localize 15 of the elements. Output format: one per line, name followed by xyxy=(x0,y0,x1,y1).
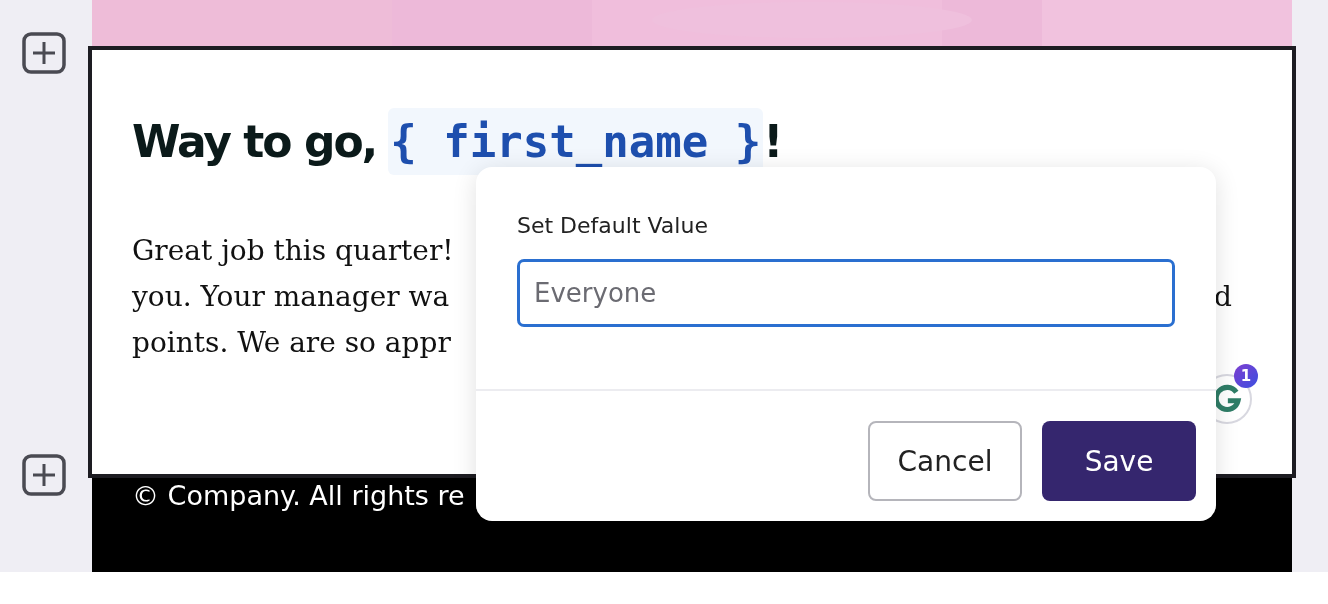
body-text: d xyxy=(1214,279,1232,315)
heading-text: ! xyxy=(763,115,782,167)
add-block-icon[interactable] xyxy=(22,454,66,496)
footer-text: © Company. All rights re xyxy=(132,480,466,511)
add-block-icon[interactable] xyxy=(22,32,66,74)
body-text: points. We are so appr xyxy=(132,325,451,361)
heading-text: Way to go, xyxy=(132,115,377,167)
body-text: you. Your manager wa xyxy=(132,279,450,315)
body-text: Great job this quarter! xyxy=(132,233,454,269)
save-button[interactable]: Save xyxy=(1042,421,1196,501)
field-label: Set Default Value xyxy=(517,213,709,240)
notification-count: 1 xyxy=(1234,364,1258,388)
default-value-field[interactable]: Everyone xyxy=(517,259,1175,327)
merge-tag[interactable]: { first_name } xyxy=(388,107,764,175)
cancel-button[interactable]: Cancel xyxy=(868,421,1022,501)
